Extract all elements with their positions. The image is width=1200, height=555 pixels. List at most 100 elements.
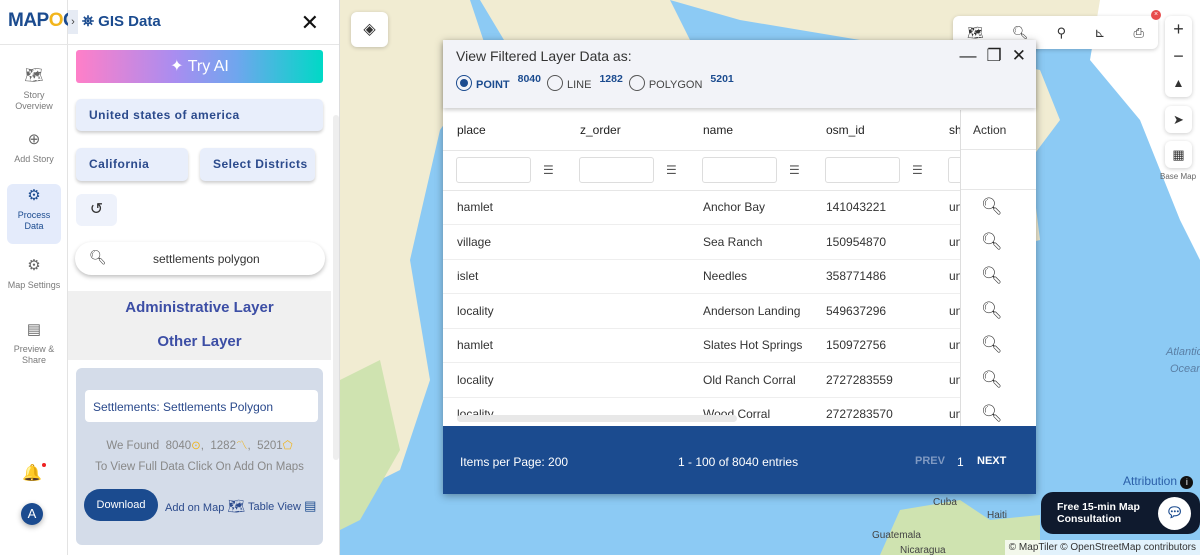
radio-point[interactable] bbox=[456, 75, 472, 91]
search-icon[interactable]: 🔍︎ bbox=[1012, 25, 1029, 41]
map-label: Ocean bbox=[1170, 363, 1200, 375]
filter-icon[interactable]: ☰ bbox=[912, 163, 923, 177]
column-header[interactable]: osm_id bbox=[812, 110, 935, 151]
radio-label: POINT bbox=[476, 79, 510, 91]
consultation-button[interactable]: Free 15-min Map Consultation 💬︎ bbox=[1041, 492, 1200, 534]
gis-icon: ⛯ bbox=[82, 13, 99, 30]
table-icon: ▤ bbox=[304, 498, 317, 513]
districts-select[interactable]: Select Districts bbox=[200, 148, 315, 181]
table-cell: locality bbox=[443, 293, 566, 329]
pin-icon[interactable]: ⚲ bbox=[1057, 25, 1067, 41]
column-filter-input[interactable] bbox=[825, 157, 900, 183]
panel-scrollbar[interactable] bbox=[333, 115, 339, 460]
items-per-page[interactable]: Items per Page: 200 bbox=[460, 455, 568, 469]
zoom-to-feature-icon[interactable]: 🔍︎ bbox=[961, 294, 1036, 329]
gis-data-panel: › ⛯ GIS Data ✕ ✦ Try AI United states of… bbox=[68, 0, 340, 555]
zoom-to-feature-icon[interactable]: 🔍︎ bbox=[961, 225, 1036, 260]
table-cell bbox=[566, 190, 689, 225]
column-header[interactable]: z_order bbox=[566, 110, 689, 151]
zoom-to-feature-icon[interactable]: 🔍︎ bbox=[961, 363, 1036, 398]
radio-line[interactable] bbox=[546, 75, 563, 91]
table-row[interactable]: islet Needles 358771486 un bbox=[443, 259, 1036, 294]
locate-icon[interactable]: ➤ bbox=[1165, 106, 1192, 133]
table-row[interactable]: hamlet Slates Hot Springs 150972756 un bbox=[443, 328, 1036, 363]
try-ai-button[interactable]: ✦ Try AI bbox=[76, 50, 323, 83]
table-cell: 150954870 bbox=[812, 224, 935, 260]
search-input[interactable]: 🔍︎ settlements polygon bbox=[75, 242, 325, 275]
table-cell: Old Ranch Corral bbox=[689, 362, 812, 398]
radio-label: LINE bbox=[566, 79, 592, 91]
table-cell: 2727283570 bbox=[812, 397, 935, 426]
column-filter-input[interactable] bbox=[702, 157, 777, 183]
hint-text: To View Full Data Click On Add On Maps bbox=[95, 461, 304, 473]
table-cell: 141043221 bbox=[812, 190, 935, 225]
minimize-icon[interactable]: — bbox=[960, 46, 977, 66]
close-icon[interactable]: ✕ bbox=[1012, 46, 1026, 66]
layers-icon[interactable]: ◈ bbox=[351, 12, 388, 47]
zoom-to-feature-icon[interactable]: 🔍︎ bbox=[961, 259, 1036, 294]
nav-process-data[interactable]: ⚙ Process Data bbox=[7, 184, 61, 244]
column-filter-input[interactable] bbox=[579, 157, 654, 183]
add-on-map-button[interactable]: Add on Map 🗺 bbox=[165, 498, 245, 515]
chat-icon: 💬︎ bbox=[1158, 497, 1191, 530]
table-row[interactable]: hamlet Anchor Bay 141043221 un bbox=[443, 190, 1036, 225]
measure-icon[interactable]: ⊾ bbox=[1094, 25, 1105, 41]
close-toolbar-icon[interactable]: × bbox=[1151, 10, 1161, 20]
other-layer-tab[interactable]: Other Layer bbox=[68, 325, 331, 359]
country-select[interactable]: United states of america bbox=[76, 99, 323, 131]
mapog-logo[interactable]: MAPOG bbox=[8, 10, 78, 32]
base-map-label: Base Map bbox=[1160, 172, 1197, 181]
map-credits: © MapTiler © OpenStreetMap contributors bbox=[1004, 540, 1200, 555]
table-cell: Needles bbox=[689, 259, 812, 294]
map-label: Guatemala bbox=[872, 530, 921, 541]
table-view-button[interactable]: Table View ▤ bbox=[248, 498, 316, 514]
filter-icon[interactable]: ☰ bbox=[666, 163, 677, 177]
state-select[interactable]: California bbox=[76, 148, 188, 181]
administrative-layer-tab[interactable]: Administrative Layer bbox=[68, 291, 331, 325]
avatar[interactable]: A bbox=[21, 503, 43, 525]
print-icon[interactable]: ⎙ bbox=[1133, 25, 1143, 41]
dialog-title: View Filtered Layer Data as: bbox=[456, 48, 632, 64]
expand-button[interactable]: › bbox=[68, 10, 78, 34]
table-cell: 2727283559 bbox=[812, 362, 935, 398]
nav-map-settings[interactable]: ⚙ Map Settings bbox=[7, 254, 61, 314]
compass-icon[interactable]: ▲ bbox=[1165, 70, 1192, 97]
nav-preview-share[interactable]: ▤ Preview & Share bbox=[7, 318, 61, 378]
reset-icon[interactable]: ↺ bbox=[76, 194, 117, 226]
nav-story-overview[interactable]: 🗺 Story Overview bbox=[7, 64, 61, 124]
filter-icon[interactable]: ☰ bbox=[789, 163, 800, 177]
zoom-to-feature-icon[interactable]: 🔍︎ bbox=[961, 397, 1036, 426]
map-view-icon[interactable]: 🗺 bbox=[967, 25, 984, 41]
column-header[interactable]: name bbox=[689, 110, 812, 151]
maximize-icon[interactable]: ❐ bbox=[987, 46, 1002, 66]
column-filter-input[interactable] bbox=[456, 157, 531, 183]
download-button[interactable]: Download bbox=[84, 489, 158, 521]
panel-title: ⛯ GIS Data bbox=[82, 13, 161, 30]
next-button[interactable]: NEXT bbox=[977, 455, 1006, 467]
zoom-to-feature-icon[interactable]: 🔍︎ bbox=[961, 190, 1036, 225]
zoom-to-feature-icon[interactable]: 🔍︎ bbox=[961, 328, 1036, 363]
table-row[interactable]: village Sea Ranch 150954870 un bbox=[443, 224, 1036, 260]
page-number[interactable]: 1 bbox=[957, 455, 964, 469]
radio-polygon[interactable] bbox=[628, 75, 645, 91]
attribution-link[interactable]: Attribution i bbox=[1123, 474, 1194, 489]
table-cell: locality bbox=[443, 362, 566, 398]
base-map-icon[interactable]: ▦ bbox=[1165, 141, 1192, 168]
table-row[interactable]: locality Anderson Landing 549637296 un bbox=[443, 293, 1036, 329]
prev-button[interactable]: PREV bbox=[915, 455, 945, 467]
zoom-in-button[interactable]: + bbox=[1165, 16, 1192, 43]
horizontal-scrollbar[interactable] bbox=[457, 415, 737, 422]
map-label: Nicaragua bbox=[900, 545, 946, 555]
nav-add-story[interactable]: ⊕ Add Story bbox=[7, 128, 61, 188]
table-row[interactable]: locality Old Ranch Corral 2727283559 un bbox=[443, 362, 1036, 398]
map-pin-icon: 🗺 bbox=[227, 498, 246, 514]
filter-icon[interactable]: ☰ bbox=[543, 163, 554, 177]
left-nav: MAPOG 🗺Story Overview ⊕Add Story ⚙Proces… bbox=[0, 0, 78, 555]
search-icon: 🔍︎ bbox=[89, 249, 107, 265]
polygon-icon: ⬠ bbox=[282, 440, 293, 452]
column-header[interactable]: place bbox=[443, 110, 566, 151]
close-icon[interactable]: ✕ bbox=[301, 10, 319, 36]
bell-icon[interactable]: 🔔 bbox=[22, 463, 46, 483]
table-cell: hamlet bbox=[443, 190, 566, 225]
zoom-out-button[interactable]: − bbox=[1165, 43, 1192, 70]
